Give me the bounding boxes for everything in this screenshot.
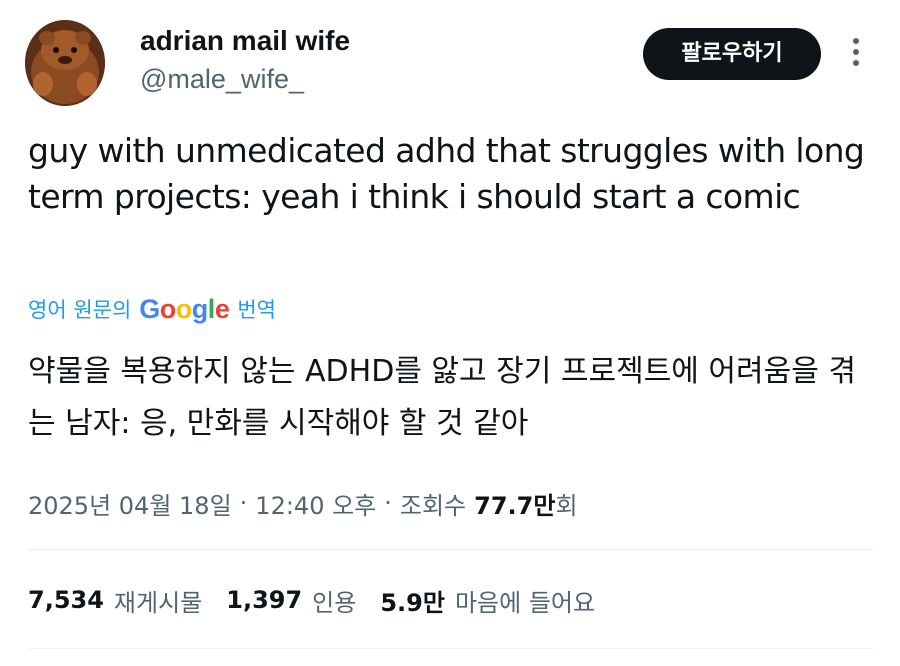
meta-separator: ·: [384, 489, 392, 517]
more-vertical-icon[interactable]: [848, 38, 864, 72]
user-handle[interactable]: @male_wife_: [140, 62, 350, 96]
quotes-label: 인용: [312, 588, 357, 617]
reposts-count: 7,534: [28, 586, 104, 614]
quotes-count: 1,397: [226, 586, 303, 614]
likes-label: 마음에 들어요: [454, 588, 596, 617]
divider: [28, 549, 874, 550]
tweet-time[interactable]: 12:40 오후: [255, 486, 376, 521]
views-label: 조회수: [399, 491, 467, 520]
meta-separator: ·: [239, 489, 248, 517]
views-suffix: 회: [555, 491, 578, 520]
engagement-stats: 7,534 재게시물 1,397 인용 5.9만 마음에 들어요: [28, 580, 619, 620]
quotes-stat[interactable]: 1,397 인용: [226, 583, 356, 618]
follow-button[interactable]: 팔로우하기: [643, 28, 821, 80]
display-name[interactable]: adrian mail wife: [140, 24, 350, 58]
tweet-text: guy with unmedicated adhd that struggles…: [28, 131, 865, 216]
reposts-stat[interactable]: 7,534 재게시물: [28, 583, 202, 618]
views-count: 77.7만: [474, 491, 556, 520]
tweet-meta: 2025년 04월 18일 · 12:40 오후 · 조회수 77.7만 회: [28, 483, 578, 523]
google-logo: Google: [139, 293, 230, 324]
divider: [28, 648, 874, 649]
likes-count: 5.9만: [380, 588, 445, 617]
translation-link[interactable]: 영어 원문의 Google 번역: [28, 292, 276, 326]
likes-stat[interactable]: 5.9만 마음에 들어요: [380, 583, 595, 618]
translation-source-label[interactable]: 영어 원문의: [28, 294, 131, 324]
avatar[interactable]: [25, 20, 105, 106]
translate-label[interactable]: 번역: [237, 294, 276, 324]
avatar-photo-icon: [25, 20, 105, 106]
translated-text: 약물을 복용하지 않는 ADHD를 앓고 장기 프로젝트에 어려움을 겪는 남자…: [28, 354, 856, 441]
tweet-header: adrian mail wife @male_wife_ 팔로우하기: [0, 0, 900, 120]
reposts-label: 재게시물: [113, 588, 203, 617]
tweet-date[interactable]: 2025년 04월 18일: [28, 486, 232, 521]
author-names: adrian mail wife @male_wife_: [140, 24, 350, 96]
